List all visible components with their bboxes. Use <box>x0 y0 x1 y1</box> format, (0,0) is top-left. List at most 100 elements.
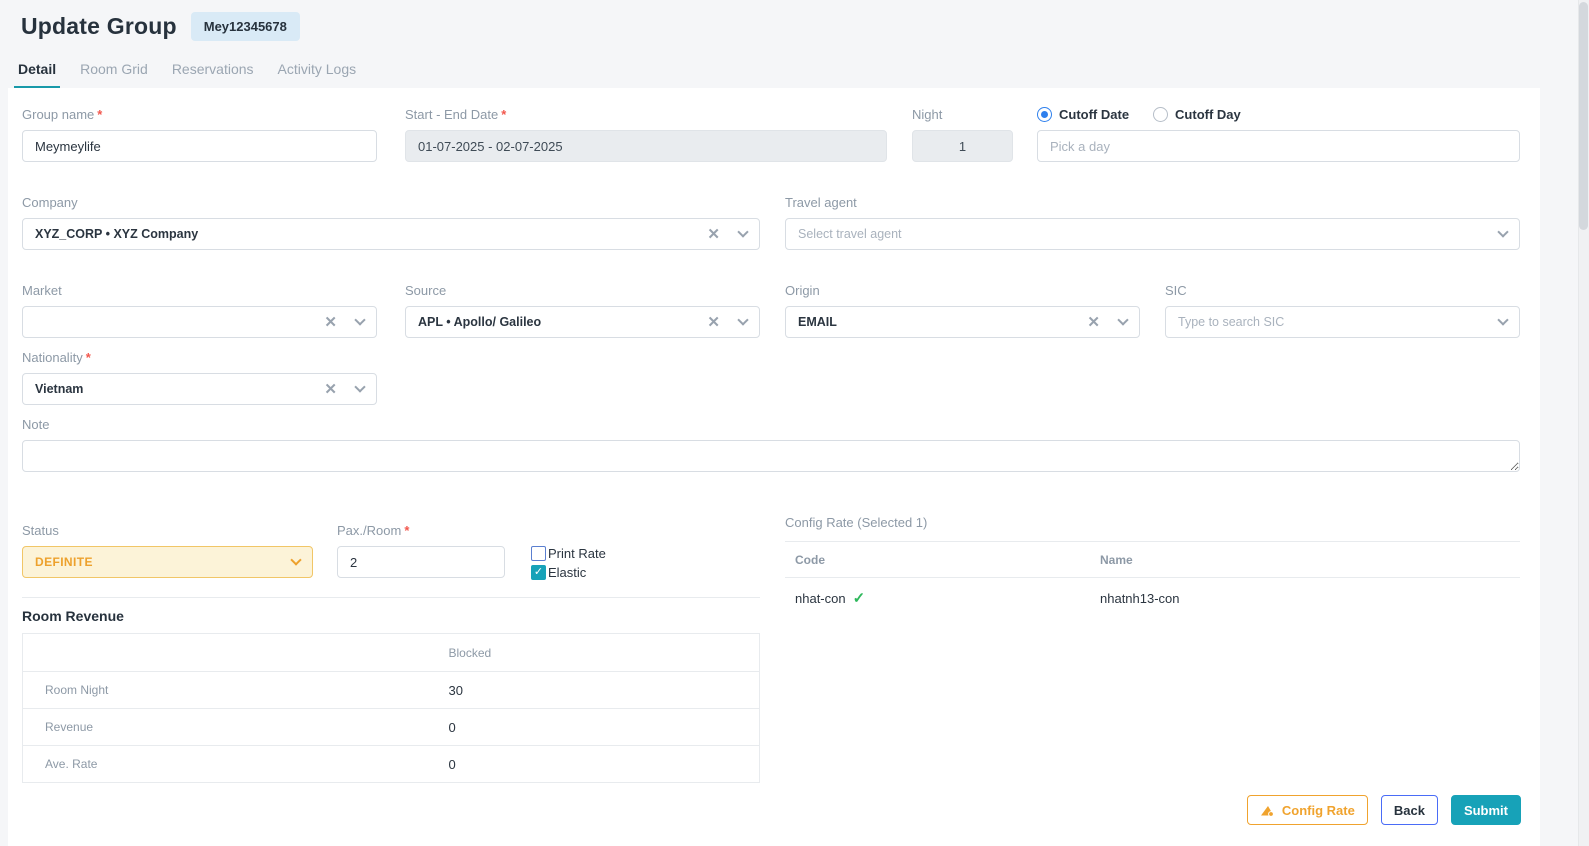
page-header: Update Group Mey12345678 Detail Room Gri… <box>0 0 1589 88</box>
config-rate-code: nhat-con ✓ <box>785 589 1100 607</box>
scrollbar-thumb[interactable] <box>1579 2 1588 230</box>
clear-icon[interactable]: ✕ <box>1087 315 1100 330</box>
clear-icon[interactable]: ✕ <box>707 315 720 330</box>
chevron-down-icon[interactable] <box>354 381 365 392</box>
table-row: Room Night 30 <box>23 672 760 709</box>
origin-value: EMAIL <box>798 315 1079 329</box>
source-select[interactable]: APL • Apollo/ Galileo ✕ <box>405 306 760 338</box>
origin-label: Origin <box>785 283 1140 298</box>
config-rate-button[interactable]: Config Rate <box>1247 795 1368 825</box>
company-label: Company <box>22 195 760 210</box>
revenue-value: 0 <box>449 709 760 746</box>
night-input[interactable] <box>912 130 1013 162</box>
room-revenue-table: Blocked Room Night 30 Revenue 0 Ave. Rat… <box>22 633 760 783</box>
chevron-down-icon[interactable] <box>737 314 748 325</box>
tab-activity-logs[interactable]: Activity Logs <box>274 57 361 88</box>
table-header-row: Blocked <box>23 634 760 672</box>
chevron-down-icon[interactable] <box>1497 314 1508 325</box>
travel-agent-label: Travel agent <box>785 195 1520 210</box>
travel-agent-placeholder: Select travel agent <box>798 227 1499 241</box>
note-textarea[interactable] <box>22 440 1520 472</box>
room-night-label: Room Night <box>23 672 449 709</box>
sic-label: SIC <box>1165 283 1520 298</box>
ave-rate-value: 0 <box>449 746 760 783</box>
required-mark: * <box>97 107 102 122</box>
scrollbar-track[interactable] <box>1578 0 1589 846</box>
divider <box>22 597 760 598</box>
date-range-label: Start - End Date* <box>405 107 887 122</box>
origin-select[interactable]: EMAIL ✕ <box>785 306 1140 338</box>
cutoff-day-radio[interactable] <box>1153 107 1168 122</box>
nationality-select[interactable]: Vietnam ✕ <box>22 373 377 405</box>
source-value: APL • Apollo/ Galileo <box>418 315 699 329</box>
required-mark: * <box>501 107 506 122</box>
cutoff-date-option[interactable]: Cutoff Date <box>1037 107 1129 122</box>
elastic-checkbox[interactable]: ✓ <box>531 565 546 580</box>
elastic-label: Elastic <box>548 565 586 580</box>
cutoff-day-option[interactable]: Cutoff Day <box>1153 107 1241 122</box>
blocked-column-header: Blocked <box>449 634 760 672</box>
config-rate-name: nhatnh13-con <box>1100 591 1180 606</box>
status-revenue-column: Status DEFINITE Pax./Room* Print R <box>22 515 760 783</box>
group-name-label: Group name* <box>22 107 377 122</box>
chevron-down-icon[interactable] <box>354 314 365 325</box>
pax-room-input[interactable] <box>337 546 505 578</box>
chevron-down-icon[interactable] <box>1497 226 1508 237</box>
date-range-input[interactable] <box>405 130 887 162</box>
tab-bar: Detail Room Grid Reservations Activity L… <box>14 57 1589 88</box>
market-label: Market <box>22 283 377 298</box>
clear-icon[interactable]: ✕ <box>324 382 337 397</box>
cutoff-radio-group: Cutoff Date Cutoff Day <box>1037 107 1520 122</box>
pax-room-label: Pax./Room* <box>337 523 505 538</box>
source-label: Source <box>405 283 760 298</box>
chevron-down-icon[interactable] <box>290 554 301 565</box>
config-rate-section: Config Rate (Selected 1) Code Name nhat-… <box>785 515 1520 783</box>
chevron-down-icon[interactable] <box>737 226 748 237</box>
cutoff-date-picker-input[interactable] <box>1037 130 1520 162</box>
room-revenue-heading: Room Revenue <box>22 608 760 624</box>
cutoff-date-label: Cutoff Date <box>1059 107 1129 122</box>
clear-icon[interactable]: ✕ <box>707 227 720 242</box>
config-rate-row[interactable]: nhat-con ✓ nhatnh13-con <box>785 578 1520 618</box>
tab-reservations[interactable]: Reservations <box>168 57 258 88</box>
status-label: Status <box>22 523 313 538</box>
chevron-down-icon[interactable] <box>1117 314 1128 325</box>
required-mark: * <box>404 523 409 538</box>
table-row: Ave. Rate 0 <box>23 746 760 783</box>
submit-button[interactable]: Submit <box>1451 795 1521 825</box>
rate-config-icon <box>1260 804 1275 817</box>
ave-rate-label: Ave. Rate <box>23 746 449 783</box>
nationality-value: Vietnam <box>35 382 316 396</box>
night-label: Night <box>912 107 1013 122</box>
company-select[interactable]: XYZ_CORP • XYZ Company ✕ <box>22 218 760 250</box>
sic-placeholder: Type to search SIC <box>1178 315 1499 329</box>
check-icon: ✓ <box>853 589 866 607</box>
sic-select[interactable]: Type to search SIC <box>1165 306 1520 338</box>
footer-actions: Config Rate Back Submit <box>1247 795 1521 825</box>
cutoff-date-radio[interactable] <box>1037 107 1052 122</box>
note-label: Note <box>22 417 1520 432</box>
group-name-input[interactable] <box>22 130 377 162</box>
print-rate-checkbox[interactable] <box>531 546 546 561</box>
clear-icon[interactable]: ✕ <box>324 315 337 330</box>
status-select[interactable]: DEFINITE <box>22 546 313 578</box>
page-title: Update Group <box>21 13 177 40</box>
config-rate-header-row: Code Name <box>785 542 1520 578</box>
travel-agent-select[interactable]: Select travel agent <box>785 218 1520 250</box>
print-rate-option[interactable]: Print Rate <box>531 544 606 563</box>
required-mark: * <box>86 350 91 365</box>
print-rate-label: Print Rate <box>548 546 606 561</box>
cutoff-day-label: Cutoff Day <box>1175 107 1241 122</box>
tab-detail[interactable]: Detail <box>14 57 60 88</box>
back-button[interactable]: Back <box>1381 795 1438 825</box>
group-code-badge: Mey12345678 <box>191 12 300 41</box>
revenue-label: Revenue <box>23 709 449 746</box>
elastic-option[interactable]: ✓ Elastic <box>531 563 606 582</box>
config-rate-title: Config Rate (Selected 1) <box>785 515 1520 542</box>
company-value: XYZ_CORP • XYZ Company <box>35 227 699 241</box>
market-select[interactable]: ✕ <box>22 306 377 338</box>
detail-form-card: Group name* Start - End Date* Night Cuto… <box>8 88 1540 846</box>
code-column-header: Code <box>785 553 1100 567</box>
tab-room-grid[interactable]: Room Grid <box>76 57 152 88</box>
room-night-value: 30 <box>449 672 760 709</box>
